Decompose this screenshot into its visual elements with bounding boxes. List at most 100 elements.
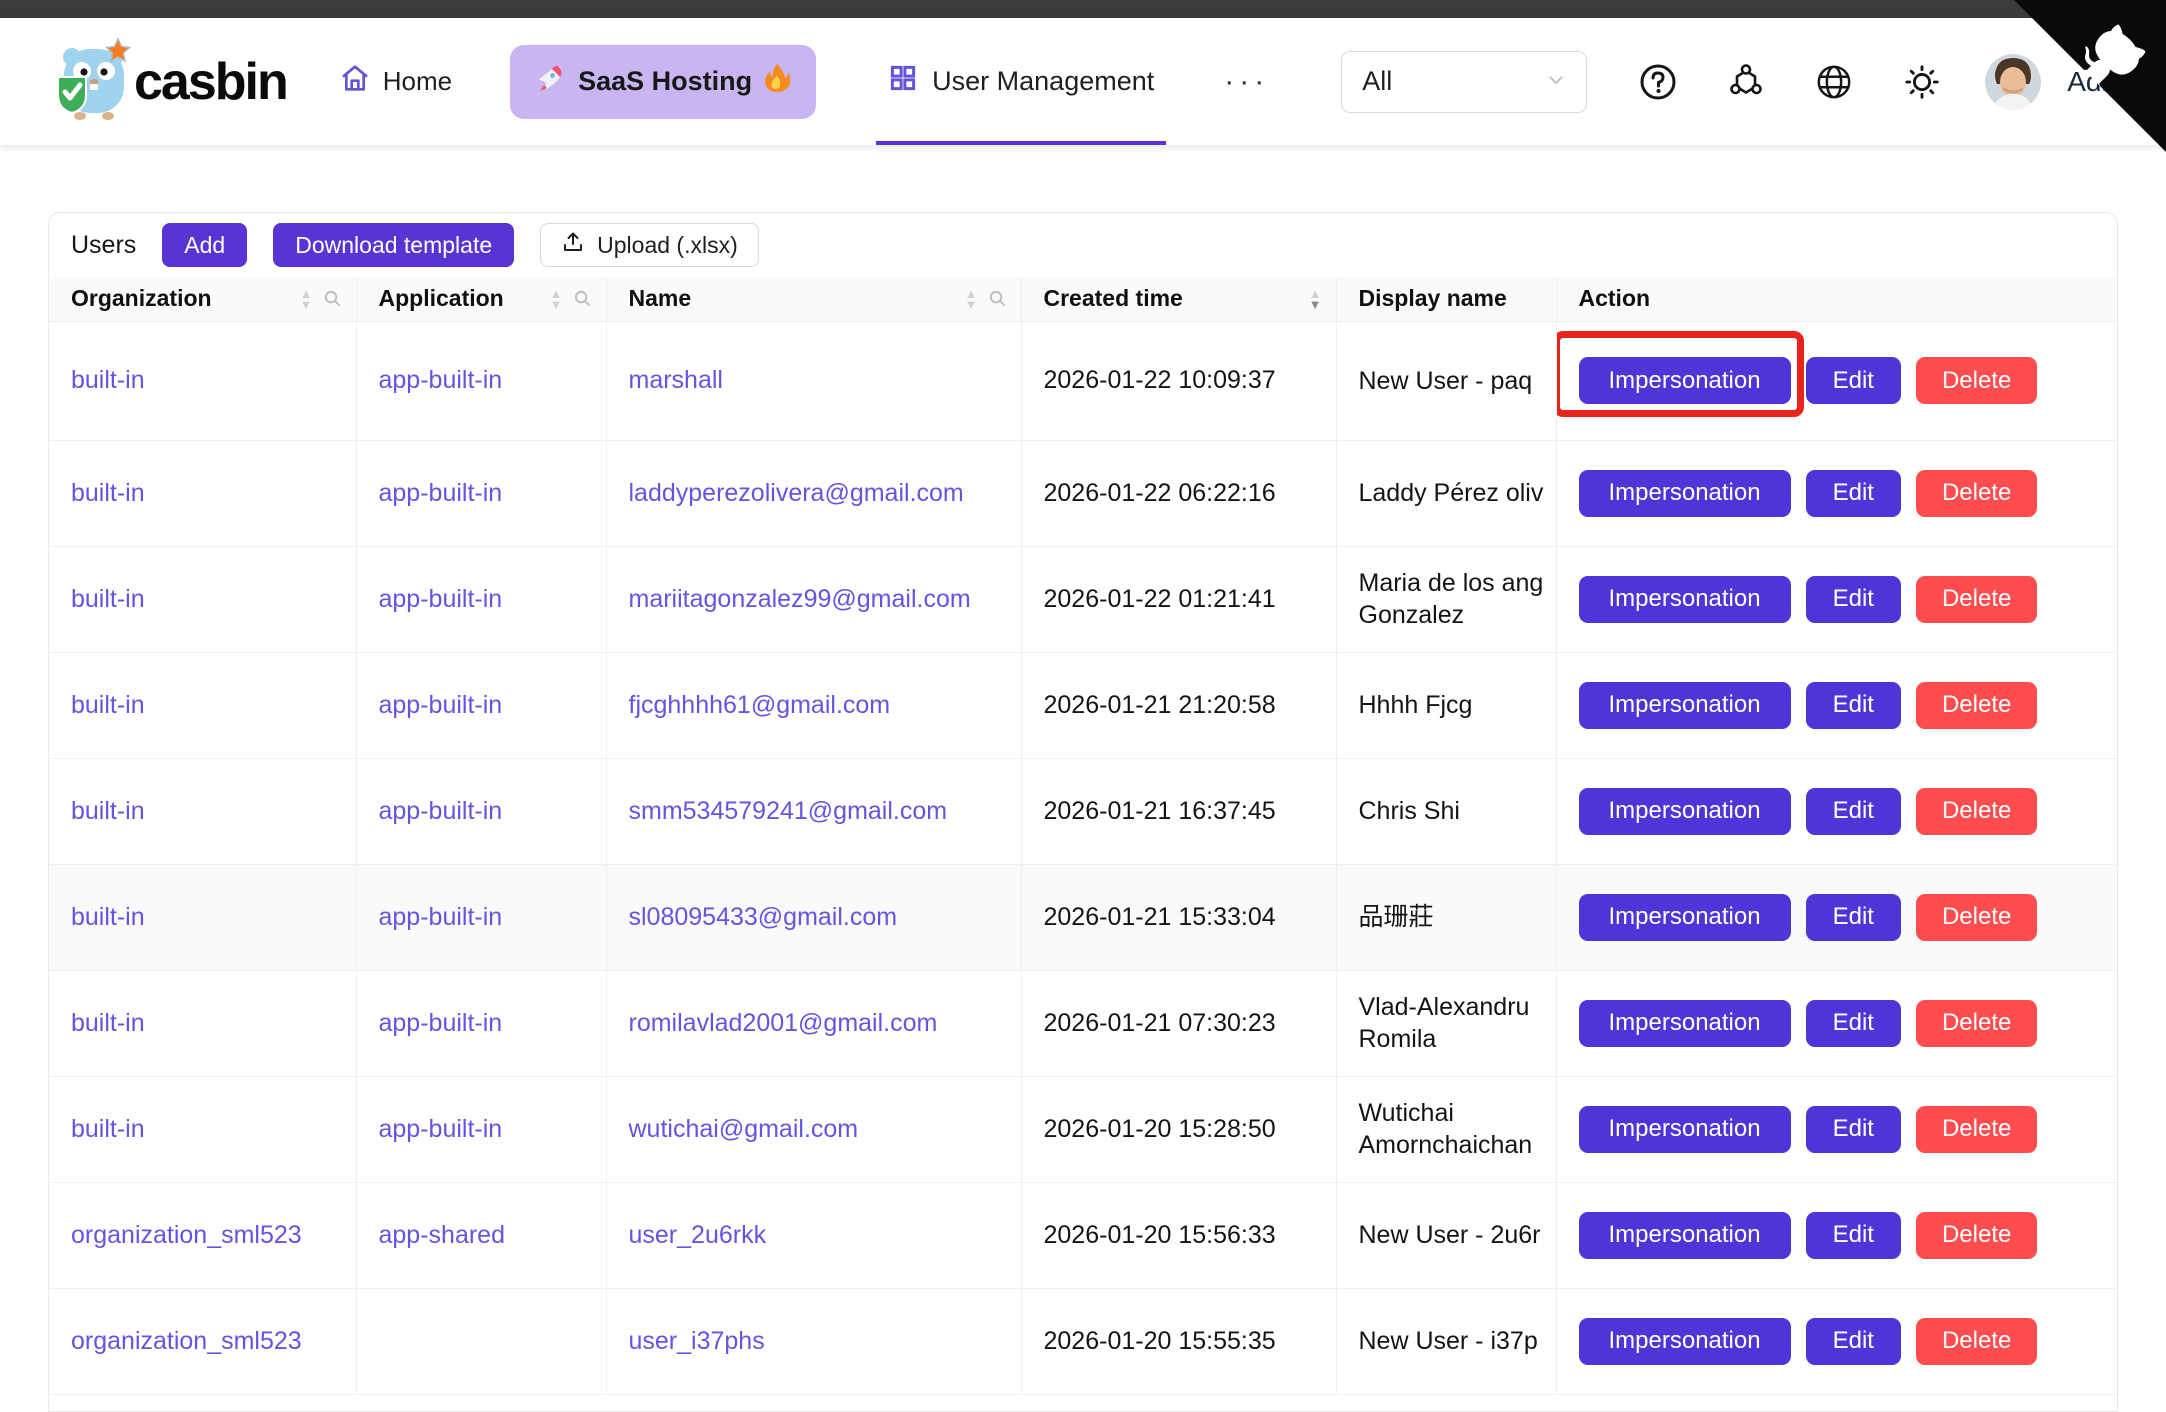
user-name-link[interactable]: smm534579241@gmail.com	[629, 797, 948, 825]
edit-button[interactable]: Edit	[1806, 1106, 1901, 1153]
user-name-link[interactable]: user_i37phs	[629, 1327, 765, 1355]
user-name-link[interactable]: laddyperezolivera@gmail.com	[629, 479, 964, 507]
globe-icon[interactable]	[1815, 63, 1853, 101]
nav-item-home[interactable]: Home	[339, 62, 452, 101]
impersonation-button[interactable]: Impersonation	[1579, 1212, 1791, 1259]
impersonation-button[interactable]: Impersonation	[1579, 682, 1791, 729]
application-link[interactable]: app-built-in	[379, 366, 503, 394]
organization-link[interactable]: built-in	[71, 366, 145, 394]
organization-link[interactable]: built-in	[71, 1115, 145, 1143]
delete-button[interactable]: Delete	[1916, 576, 2037, 623]
column-header-application[interactable]: Application▲▼	[356, 277, 606, 321]
column-header-name[interactable]: Name▲▼	[606, 277, 1021, 321]
table-row: built-in app-built-in fjcghhhh61@gmail.com…	[49, 652, 2117, 758]
user-name-link[interactable]: romilavlad2001@gmail.com	[629, 1009, 938, 1037]
edit-button[interactable]: Edit	[1806, 894, 1901, 941]
user-name-link[interactable]: sl08095433@gmail.com	[629, 903, 898, 931]
user-name-link[interactable]: fjcghhhh61@gmail.com	[629, 691, 891, 719]
delete-button[interactable]: Delete	[1916, 682, 2037, 729]
application-link[interactable]: app-built-in	[379, 691, 503, 719]
nav-item-saas-hosting[interactable]: SaaS Hosting	[510, 45, 816, 119]
table-row: built-in app-built-in marshall 2026-01-22 1…	[49, 321, 2117, 440]
edit-button[interactable]: Edit	[1806, 1212, 1901, 1259]
column-search-icon[interactable]	[988, 289, 1007, 308]
edit-button[interactable]: Edit	[1806, 576, 1901, 623]
delete-button[interactable]: Delete	[1916, 1000, 2037, 1047]
user-name-link[interactable]: user_2u6rkk	[629, 1221, 767, 1249]
display-name-text: Vlad-Alexandru	[1359, 991, 1542, 1023]
brand-logo[interactable]: casbin	[56, 37, 287, 126]
help-icon[interactable]	[1639, 63, 1677, 101]
delete-button[interactable]: Delete	[1916, 1212, 2037, 1259]
application-link[interactable]: app-shared	[379, 1221, 505, 1249]
impersonation-button[interactable]: Impersonation	[1579, 357, 1791, 404]
sort-carets-icon[interactable]: ▲▼	[1309, 288, 1322, 310]
organization-link[interactable]: built-in	[71, 797, 145, 825]
organization-link[interactable]: organization_sml523	[71, 1221, 302, 1249]
impersonation-button[interactable]: Impersonation	[1579, 894, 1791, 941]
organization-link[interactable]: built-in	[71, 691, 145, 719]
sun-icon[interactable]	[1903, 63, 1941, 101]
organization-link[interactable]: built-in	[71, 585, 145, 613]
display-name-text: New User - paq	[1359, 365, 1542, 397]
created-time-text: 2026-01-22 06:22:16	[1044, 479, 1276, 507]
display-name-text: 品珊莊	[1359, 901, 1542, 933]
delete-button[interactable]: Delete	[1916, 470, 2037, 517]
table-title: Users	[71, 231, 136, 260]
application-link[interactable]: app-built-in	[379, 479, 503, 507]
delete-button[interactable]: Delete	[1916, 788, 2037, 835]
column-search-icon[interactable]	[323, 289, 342, 308]
impersonation-button[interactable]: Impersonation	[1579, 470, 1791, 517]
application-link[interactable]: app-built-in	[379, 797, 503, 825]
users-table-card: Users Add Download template Upload (.xls…	[48, 212, 2118, 1412]
sort-carets-icon[interactable]: ▲▼	[300, 288, 313, 310]
application-link[interactable]: app-built-in	[379, 1009, 503, 1037]
column-header-created-time[interactable]: Created time▲▼	[1021, 277, 1336, 321]
tab-user-management[interactable]: User Management	[876, 18, 1166, 145]
display-name-text: Romila	[1359, 1023, 1542, 1055]
delete-button[interactable]: Delete	[1916, 357, 2037, 404]
sort-carets-icon[interactable]: ▲▼	[550, 288, 563, 310]
application-link[interactable]: app-built-in	[379, 903, 503, 931]
impersonation-button[interactable]: Impersonation	[1579, 1318, 1791, 1365]
table-row: built-in app-built-in smm534579241@gmail.c…	[49, 758, 2117, 864]
organization-link[interactable]: built-in	[71, 479, 145, 507]
edit-button[interactable]: Edit	[1806, 1000, 1901, 1047]
edit-button[interactable]: Edit	[1806, 357, 1901, 404]
impersonation-button[interactable]: Impersonation	[1579, 576, 1791, 623]
edit-button[interactable]: Edit	[1806, 1318, 1901, 1365]
application-link[interactable]: app-built-in	[379, 585, 503, 613]
organization-link[interactable]: built-in	[71, 1009, 145, 1037]
created-time-text: 2026-01-22 10:09:37	[1044, 366, 1276, 394]
molecule-icon[interactable]	[1727, 63, 1765, 101]
organization-link[interactable]: organization_sml523	[71, 1327, 302, 1355]
delete-button[interactable]: Delete	[1916, 1318, 2037, 1365]
created-time-text: 2026-01-20 15:56:33	[1044, 1221, 1276, 1249]
impersonation-button[interactable]: Impersonation	[1579, 1106, 1791, 1153]
add-user-button[interactable]: Add	[162, 223, 247, 267]
column-header-organization[interactable]: Organization▲▼	[49, 277, 356, 321]
upload-xlsx-button[interactable]: Upload (.xlsx)	[540, 223, 759, 267]
edit-button[interactable]: Edit	[1806, 682, 1901, 729]
user-name-link[interactable]: mariitagonzalez99@gmail.com	[629, 585, 971, 613]
table-header-row: Organization▲▼Application▲▼Name▲▼Created…	[49, 277, 2117, 321]
column-search-icon[interactable]	[573, 289, 592, 308]
delete-button[interactable]: Delete	[1916, 894, 2037, 941]
application-link[interactable]: app-built-in	[379, 1115, 503, 1143]
edit-button[interactable]: Edit	[1806, 788, 1901, 835]
sort-carets-icon[interactable]: ▲▼	[965, 288, 978, 310]
nav-overflow-menu[interactable]: ···	[1224, 65, 1269, 99]
user-name-link[interactable]: marshall	[629, 366, 723, 394]
impersonation-button[interactable]: Impersonation	[1579, 788, 1791, 835]
user-name-link[interactable]: wutichai@gmail.com	[629, 1115, 859, 1143]
edit-button[interactable]: Edit	[1806, 470, 1901, 517]
download-template-button[interactable]: Download template	[273, 223, 514, 267]
github-corner[interactable]	[2014, 0, 2166, 157]
created-time-text: 2026-01-21 07:30:23	[1044, 1009, 1276, 1037]
table-row: built-in app-built-in mariitagonzalez99@gm…	[49, 546, 2117, 652]
delete-button[interactable]: Delete	[1916, 1106, 2037, 1153]
organization-link[interactable]: built-in	[71, 903, 145, 931]
impersonation-button[interactable]: Impersonation	[1579, 1000, 1791, 1047]
table-row: built-inapp-built-inwutichai@gmail.com20…	[49, 1076, 2117, 1182]
organization-select[interactable]: All	[1341, 51, 1587, 113]
